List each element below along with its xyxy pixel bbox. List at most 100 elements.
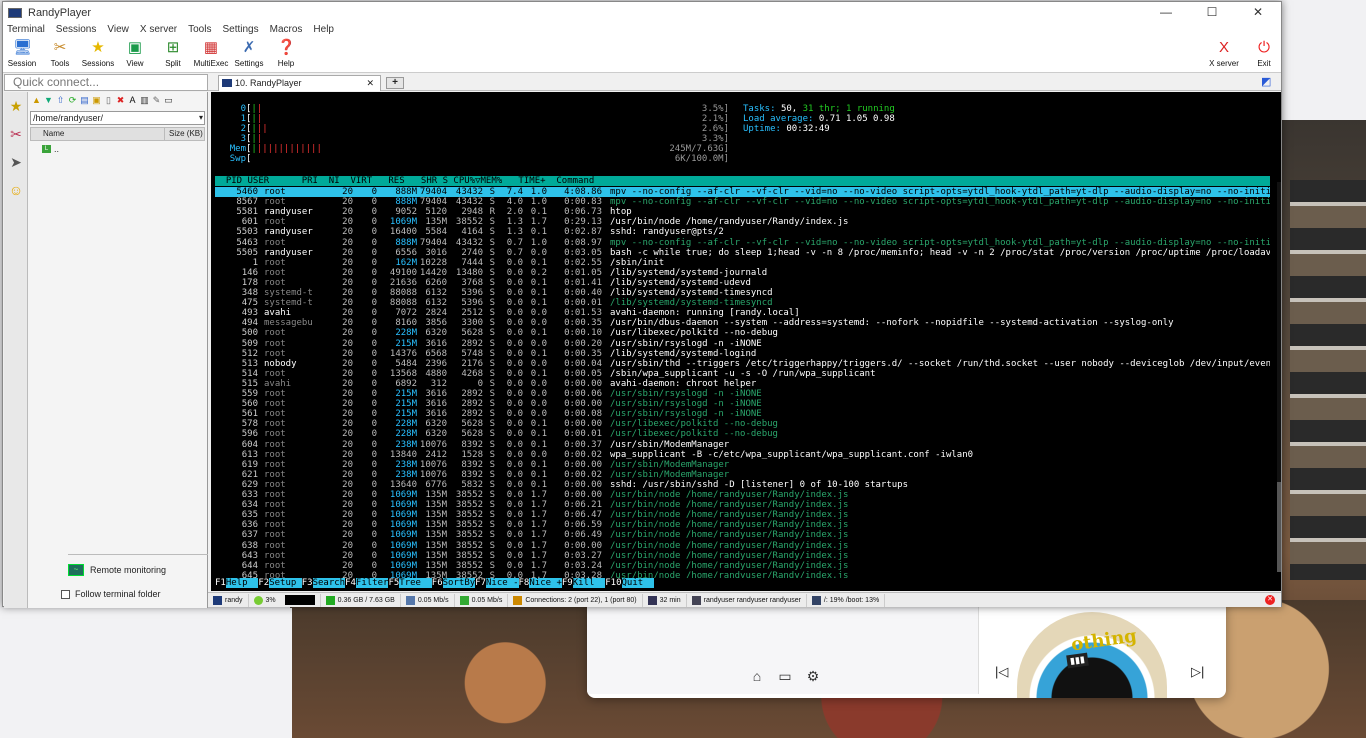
table-row[interactable]: 348 systemd-t 20 0 88088 6132 5396 S 0.0 0.1 0:00.… — [215, 288, 1270, 298]
new-file-icon[interactable]: ▯ — [103, 95, 114, 106]
path-input[interactable]: /home/randyuser/ ▾ — [30, 111, 205, 125]
process-table-header[interactable]: PID USER PRI NI VIRT RES SHR S CPU%▽MEM%… — [215, 176, 1270, 186]
fkey-label[interactable]: Setup — [269, 578, 302, 588]
fkey-label[interactable]: Search — [312, 578, 346, 588]
table-row[interactable]: 619 root 20 0 238M 10076 8392 S 0.0 0.1 0:00.00/us… — [215, 460, 1270, 470]
table-row[interactable]: 5503 randyuser 20 0 16400 5584 4164 S 1.3 0.1 0:02… — [215, 227, 1270, 237]
rename-icon[interactable]: A — [127, 95, 138, 106]
detach-panel-icon[interactable]: ◩ — [1261, 75, 1275, 89]
table-row[interactable]: 515 avahi 20 0 6892 312 0 S 0.0 0.0 0:00.00 avahi-d… — [215, 379, 1270, 389]
table-row[interactable]: 638 root 20 0 1069M 135M 38552 S 0.0 1.7 0:00.00/u… — [215, 541, 1270, 551]
fkey-label[interactable]: Help — [225, 578, 259, 588]
exit-button[interactable]: ⏻ Exit — [1245, 38, 1283, 68]
table-row[interactable]: 561 root 20 0 215M 3616 2892 S 0.0 0.0 0:00.08/usr… — [215, 409, 1270, 419]
menu-view[interactable]: View — [107, 23, 129, 37]
table-row[interactable]: 146 root 20 0 49100 14420 13480 S 0.0 0.2 0:01.05 /… — [215, 268, 1270, 278]
checkbox-box[interactable] — [61, 589, 70, 599]
table-row[interactable]: 613 root 20 0 13840 2412 1528 S 0.0 0.0 0:00.02 wpa… — [215, 450, 1270, 460]
quick-connect-input[interactable]: Quick connect... — [4, 74, 208, 91]
table-row[interactable]: 8567 root 20 0 888M 79404 43432 S 4.0 1.0 0:00.83 m… — [215, 197, 1270, 207]
menu-terminal[interactable]: Terminal — [7, 23, 45, 37]
menu-sessions[interactable]: Sessions — [56, 23, 97, 37]
fkey-label[interactable]: Kill — [572, 578, 606, 588]
download-icon[interactable]: ▼ — [43, 95, 54, 106]
title-bar[interactable]: RandyPlayer — ☐ ✕ — [3, 2, 1281, 23]
table-row[interactable]: 634 root 20 0 1069M 135M 38552 S 0.0 1.7 0:06.21/u… — [215, 500, 1270, 510]
menu-help[interactable]: Help — [313, 23, 334, 37]
split-button[interactable]: ⊞ Split — [154, 38, 192, 68]
view-button[interactable]: ▣ View — [116, 38, 154, 68]
table-row[interactable]: 560 root 20 0 215M 3616 2892 S 0.0 0.0 0:00.00/usr… — [215, 399, 1270, 409]
fkey-number[interactable]: F2 — [258, 578, 269, 588]
sessions-star-tab-icon[interactable]: ★ — [4, 92, 28, 120]
table-row[interactable]: 604 root 20 0 238M 10076 8392 S 0.0 0.1 0:00.37/us… — [215, 440, 1270, 450]
fkey-label[interactable]: Nice - — [486, 578, 519, 588]
table-row[interactable]: 5505 randyuser 20 0 6556 3016 2740 S 0.7 0.0 0:03.… — [215, 248, 1270, 258]
table-row[interactable]: 178 root 20 0 21636 6260 3768 S 0.0 0.1 0:01.41/li… — [215, 278, 1270, 288]
help-button[interactable]: ❓ Help — [267, 38, 305, 68]
list-item[interactable]: L .. — [42, 144, 207, 154]
terminal-follow-icon[interactable]: ▭ — [163, 95, 174, 106]
table-row[interactable]: 644 root 20 0 1069M 135M 38552 S 0.0 1.7 0:03.24/u… — [215, 561, 1270, 571]
upload-icon[interactable]: ⇧ — [55, 95, 66, 106]
table-row[interactable]: 513 nobody 20 0 5484 2396 2176 S 0.0 0.0 0:00.04/u… — [215, 359, 1270, 369]
table-row[interactable]: 629 root 20 0 13640 6776 5832 S 0.0 0.1 0:00.00 ssh… — [215, 480, 1270, 490]
tools-button[interactable]: ✂ Tools — [41, 38, 79, 68]
fkey-number[interactable]: F8 — [519, 578, 530, 588]
table-row[interactable]: 475 systemd-t 20 0 88088 6132 5396 S 0.0 0.1 0:00.… — [215, 298, 1270, 308]
macros-tab-icon[interactable]: ☺ — [4, 176, 28, 204]
table-row[interactable]: 643 root 20 0 1069M 135M 38552 S 0.0 1.7 0:03.27/u… — [215, 551, 1270, 561]
refresh-icon[interactable]: ⟳ — [67, 95, 78, 106]
sessions-button[interactable]: ★ Sessions — [79, 38, 117, 68]
new-tab-button[interactable]: + — [386, 77, 404, 89]
terminal-output[interactable]: 0[|| 3.5%] 1[|| 2.1%] 2[||| 2.6%] 3[|| 3.3%] Mem… — [211, 92, 1281, 591]
table-row[interactable]: 500 root 20 0 228M 6320 5628 S 0.0 0.1 0:00.10/usr… — [215, 328, 1270, 338]
table-row[interactable]: 578 root 20 0 228M 6320 5628 S 0.0 0.1 0:00.00/usr… — [215, 419, 1270, 429]
folder-up-icon[interactable]: ▲ — [31, 95, 42, 106]
table-row[interactable]: 596 root 20 0 228M 6320 5628 S 0.0 0.1 0:00.01/usr… — [215, 429, 1270, 439]
table-row[interactable]: 5460 root 20 0 888M 79404 43432 S 7.4 1.0 4:08.86 m… — [215, 187, 1270, 197]
new-folder-icon[interactable]: ▤ — [79, 95, 90, 106]
table-row[interactable]: 636 root 20 0 1069M 135M 38552 S 0.0 1.7 0:06.59/u… — [215, 520, 1270, 530]
next-track-icon[interactable]: ▷| — [1191, 664, 1204, 680]
delete-icon[interactable]: ✖ — [115, 95, 126, 106]
menu-settings[interactable]: Settings — [222, 23, 258, 37]
table-row[interactable]: 494 messagebu 20 0 8160 3856 3300 S 0.0 0.0 0:00.3… — [215, 318, 1270, 328]
fkey-label[interactable]: Nice + — [529, 578, 562, 588]
table-row[interactable]: 601 root 20 0 1069M 135M 38552 S 1.3 1.7 0:29.13/u… — [215, 217, 1270, 227]
chevron-down-icon[interactable]: ▾ — [199, 112, 203, 124]
properties-icon[interactable]: ▥ — [139, 95, 150, 106]
terminal-scrollbar[interactable] — [1277, 182, 1281, 572]
tools-tab-icon[interactable]: ✂ — [4, 120, 28, 148]
table-row[interactable]: 5463 root 20 0 888M 79404 43432 S 0.7 1.0 0:08.97 m… — [215, 238, 1270, 248]
table-row[interactable]: 512 root 20 0 14376 6568 5748 S 0.0 0.1 0:00.35/li… — [215, 349, 1270, 359]
fkey-number[interactable]: F9 — [562, 578, 573, 588]
settings-button[interactable]: ✗ Settings — [230, 38, 268, 68]
scrollbar-thumb[interactable] — [1277, 482, 1281, 572]
minimize-button[interactable]: — — [1143, 2, 1189, 23]
session-button[interactable]: 🖥 Session — [3, 38, 41, 68]
table-row[interactable]: 637 root 20 0 1069M 135M 38552 S 0.0 1.7 0:06.49/u… — [215, 530, 1270, 540]
menu-xserver[interactable]: X server — [140, 23, 177, 37]
table-row[interactable]: 493 avahi 20 0 7072 2824 2512 S 0.0 0.0 0:01.53 ava… — [215, 308, 1270, 318]
settings-gear-icon[interactable]: ⚙ — [803, 666, 823, 686]
follow-terminal-folder-checkbox[interactable]: Follow terminal folder — [61, 589, 161, 599]
tab-randyplayer[interactable]: 10. RandyPlayer ✕ — [218, 75, 381, 91]
disconnect-icon[interactable]: ✕ — [1265, 595, 1275, 605]
fkey-number[interactable]: F4 — [345, 578, 356, 588]
table-row[interactable]: 514 root 20 0 13568 4880 4268 S 0.0 0.1 0:00.05/sb… — [215, 369, 1270, 379]
permissions-icon[interactable]: ✎ — [151, 95, 162, 106]
column-size[interactable]: Size (KB) — [164, 128, 203, 140]
table-row[interactable]: 5581 randyuser 20 0 9052 5120 2948 R 2.0 0.1 0:06.… — [215, 207, 1270, 217]
close-button[interactable]: ✕ — [1235, 2, 1281, 23]
fkey-label[interactable]: SortBy — [442, 578, 476, 588]
fkey-number[interactable]: F7 — [475, 578, 486, 588]
column-name[interactable]: Name — [31, 128, 164, 140]
fkey-number[interactable]: F6 — [432, 578, 443, 588]
fkey-number[interactable]: F3 — [302, 578, 313, 588]
folder-icon[interactable]: ▭ — [775, 666, 795, 686]
fkey-label[interactable]: Quit — [621, 578, 655, 588]
fkey-number[interactable]: F1 — [215, 578, 226, 588]
table-row[interactable]: 1 root 20 0 162M 10228 7444 S 0.0 0.1 0:02.55/sbin… — [215, 258, 1270, 268]
xserver-button[interactable]: X X server — [1205, 38, 1243, 68]
